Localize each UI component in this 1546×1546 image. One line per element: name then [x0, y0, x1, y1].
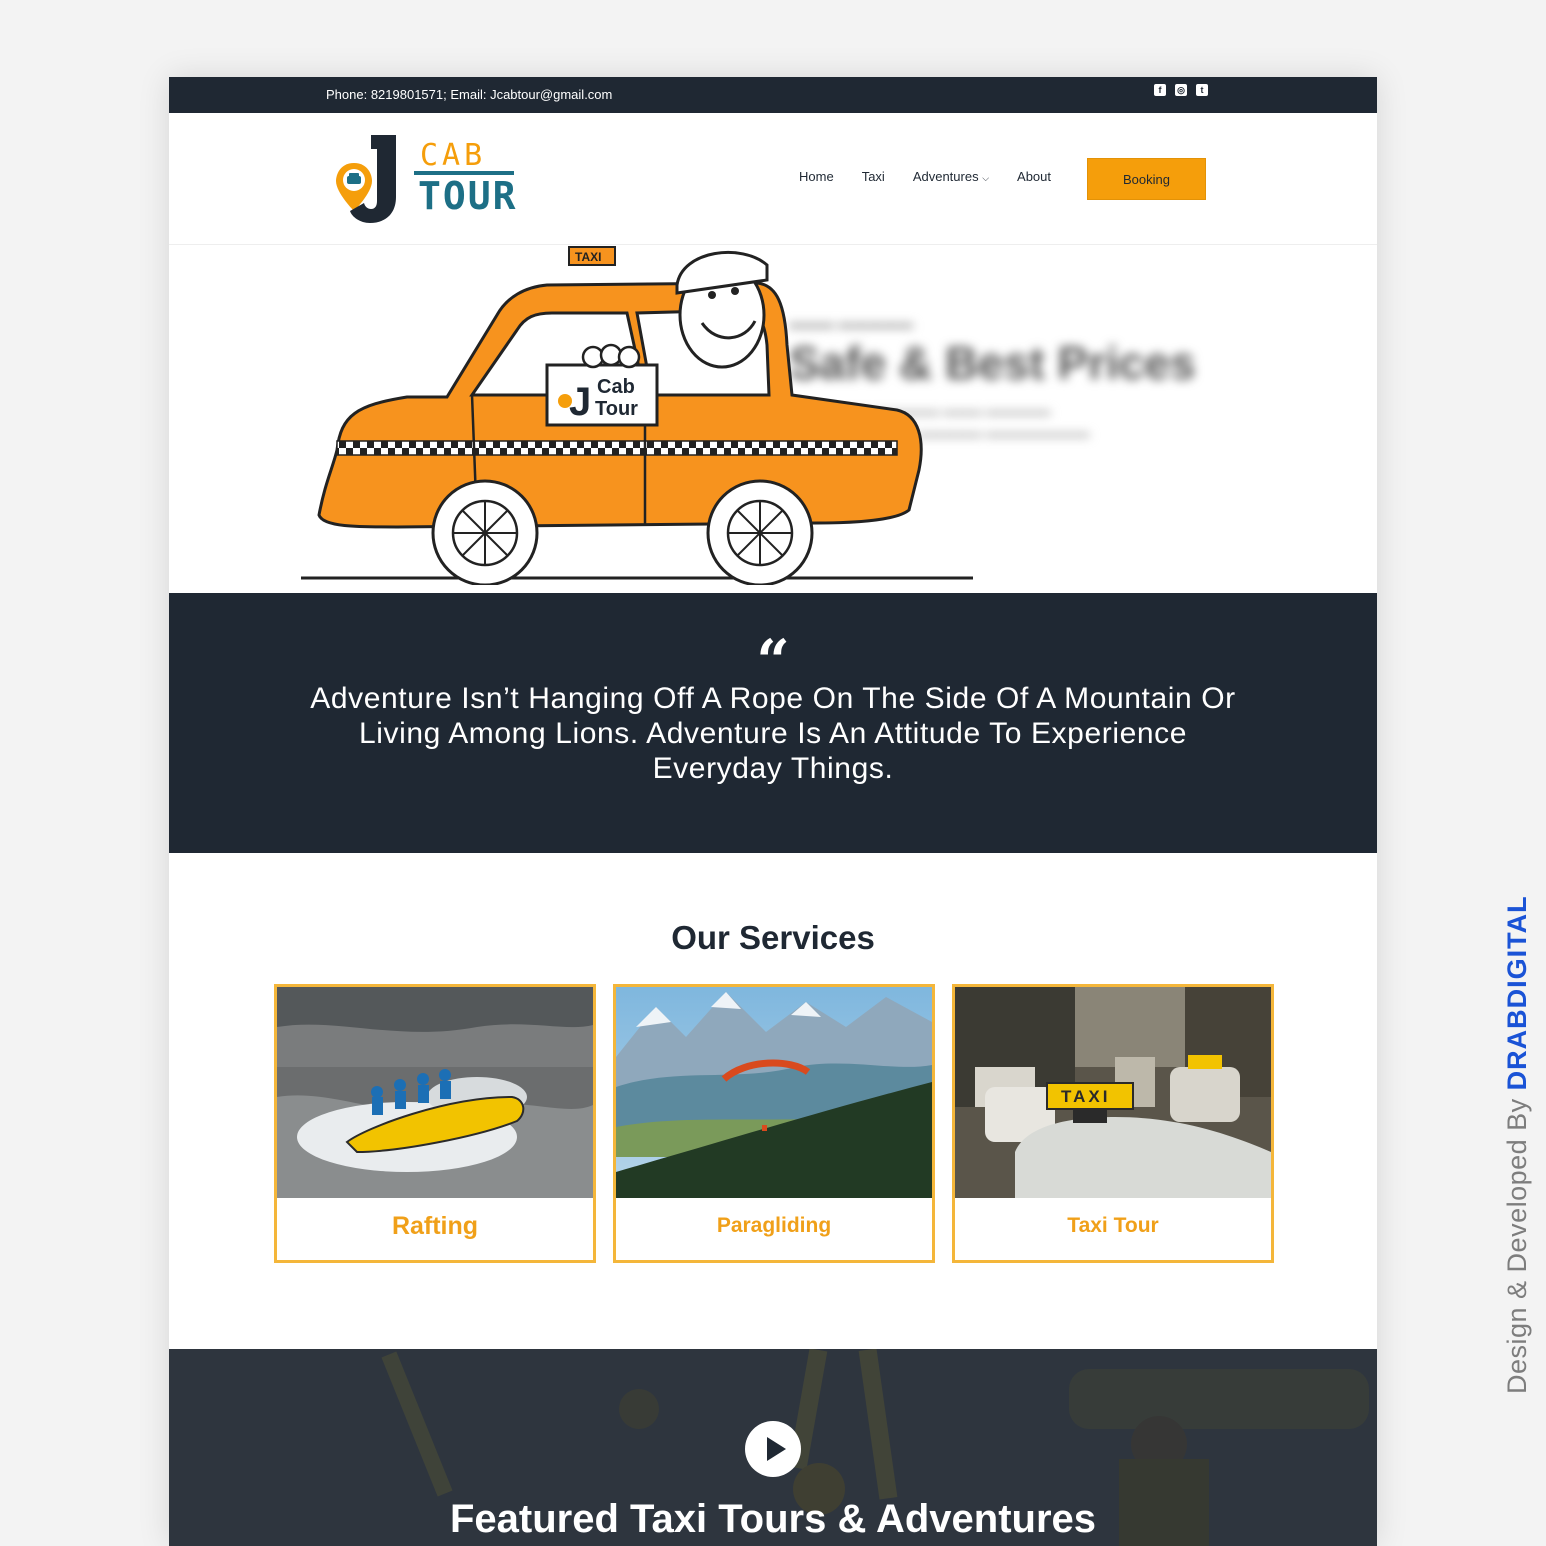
service-card-paragliding[interactable]: Paragliding	[613, 984, 935, 1263]
credit-prefix: Design & Developed By	[1502, 1090, 1532, 1394]
top-bar: Phone: 8219801571; Email: Jcabtour@gmail…	[169, 77, 1377, 113]
featured-title: Featured Taxi Tours & Adventures	[449, 1497, 1097, 1541]
facebook-icon[interactable]: f	[1154, 84, 1166, 96]
logo-cab-text: CAB	[420, 138, 486, 173]
nav-home[interactable]: Home	[799, 169, 834, 184]
instagram-icon[interactable]: ◎	[1175, 84, 1187, 96]
rafting-photo	[277, 987, 593, 1198]
roof-sign-text: TAXI	[575, 250, 601, 264]
logo-tour-text: TOUR	[418, 174, 518, 218]
nav-taxi[interactable]: Taxi	[862, 169, 885, 184]
designer-credit: Design & Developed By DRABDIGITAL	[1502, 895, 1533, 1394]
twitter-icon[interactable]: t	[1196, 84, 1208, 96]
nav-about[interactable]: About	[1017, 169, 1051, 184]
hero-section: ▬▬▬ ▬▬▬▬▬ Safe & Best Prices ▬▬▬▬ ▬▬ ▬▬▬…	[169, 245, 1377, 593]
nav-adventures-label: Adventures	[912, 169, 979, 184]
quote-band: “ Adventure Isn’t Hanging Off A Rope On …	[169, 593, 1377, 853]
held-sign-line1: Cab	[597, 376, 635, 398]
nav-adventures[interactable]: Adventures ⌵	[913, 169, 989, 184]
quote-text: Adventure Isn’t Hanging Off A Rope On Th…	[310, 682, 1236, 785]
service-card-label: Taxi Tour	[1067, 1214, 1159, 1237]
contact-info: Phone: 8219801571; Email: Jcabtour@gmail…	[326, 87, 613, 102]
svg-text:TAXI: TAXI	[1061, 1087, 1110, 1106]
social-links: f ◎ t	[1154, 84, 1208, 96]
credit-brand: DRABDIGITAL	[1502, 895, 1532, 1091]
held-sign-line2: Tour	[595, 398, 638, 420]
service-card-label: Rafting	[391, 1212, 479, 1240]
web-page: Phone: 8219801571; Email: Jcabtour@gmail…	[169, 77, 1377, 1546]
service-card-taxi-tour[interactable]: TAXI Taxi Tour	[952, 984, 1274, 1263]
play-video-button[interactable]	[745, 1421, 801, 1477]
booking-button[interactable]: Booking	[1087, 158, 1206, 200]
taxi-tour-photo: TAXI	[955, 987, 1271, 1198]
main-nav: Home Taxi Adventures ⌵ About	[799, 169, 1051, 184]
paragliding-photo	[616, 987, 932, 1198]
taxi-cartoon-illustration: TAXI Cab Tour J	[301, 246, 973, 585]
svg-text:J: J	[569, 380, 591, 424]
jcab-tour-logo[interactable]: CAB TOUR	[334, 131, 519, 226]
service-card-rafting[interactable]: Rafting	[274, 984, 596, 1263]
site-header: CAB TOUR Home Taxi Adventures ⌵ About Bo…	[169, 113, 1377, 245]
services-title: Our Services	[671, 919, 875, 956]
featured-section: Featured Taxi Tours & Adventures	[169, 1349, 1377, 1546]
service-card-label: Paragliding	[716, 1214, 832, 1237]
chevron-down-icon: ⌵	[982, 173, 990, 183]
